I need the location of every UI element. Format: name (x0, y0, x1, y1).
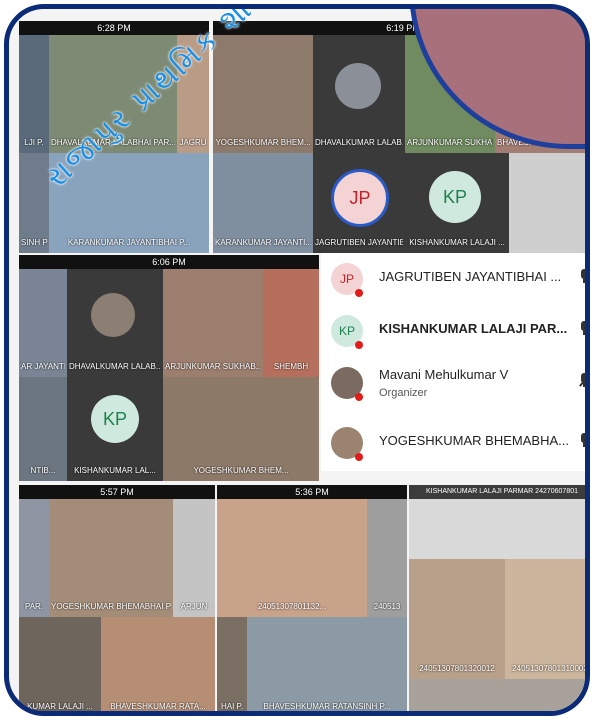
video-tile[interactable]: SHEMBH (263, 269, 319, 377)
microphone-muted-icon[interactable] (579, 373, 585, 387)
status-dot (355, 453, 363, 461)
participant-name: Mavani Mehulkumar V (379, 367, 509, 382)
self-view-tile[interactable] (509, 153, 585, 253)
video-tile[interactable]: DHAVALKUMAR LALAB... (67, 269, 163, 377)
video-tile[interactable]: BHAVESHKUMAR RATA... (101, 617, 215, 711)
avatar-jp: JP (331, 169, 389, 227)
video-tile[interactable] (409, 679, 585, 711)
video-tile[interactable]: BHAVESHKUMAR RATANSINH P... (247, 617, 407, 711)
collage-frame: 6:28 PM LJI P. DHAVALKUMAR LALABHAI PAR.… (4, 4, 590, 716)
video-tile[interactable]: LJI P. (19, 35, 49, 153)
participant-photo-avatar (91, 293, 135, 337)
participant-role: Organizer (379, 387, 428, 399)
status-dot (355, 341, 363, 349)
microphone-icon[interactable] (579, 269, 585, 283)
video-tile[interactable]: HAI P. (217, 617, 247, 711)
meeting-screenshot-5: 5:36 PM 24051307801132... 240513 HAI P. … (217, 485, 407, 711)
video-tile[interactable]: AR JAYANTI... (19, 269, 67, 377)
video-tile[interactable] (409, 499, 585, 559)
video-tile[interactable]: NTIB... (19, 377, 67, 481)
participant-name: KISHANKUMAR LALAJI PAR... (379, 321, 568, 336)
video-tile[interactable]: 240513 (367, 499, 407, 617)
video-tile[interactable]: 24051307801310002 (505, 559, 585, 679)
video-tile[interactable]: KUMAR LALAJI ... (19, 617, 101, 711)
avatar-kp: KP (429, 171, 481, 223)
video-tile[interactable]: ARJUN (173, 499, 215, 617)
status-bar-time: 6:28 PM (19, 21, 209, 35)
participant-row[interactable]: KP KISHANKUMAR LALAJI PAR... (321, 305, 585, 357)
meeting-screenshot-4: 5:57 PM PAR. YOGESHKUMAR BHEMABHAI P... … (19, 485, 215, 711)
status-bar-time: 6:06 PM (19, 255, 319, 269)
call-header: KISHANKUMAR LALAJI PARMAR 24270607801 (409, 485, 585, 499)
video-tile[interactable]: 24051307801132... (217, 499, 367, 617)
video-tile[interactable]: KP KISHANKUMAR LALAJI ... (405, 153, 509, 253)
status-dot (355, 289, 363, 297)
microphone-icon[interactable] (579, 433, 585, 447)
video-tile[interactable]: YOGESHKUMAR BHEMABHAI P... (49, 499, 173, 617)
status-bar-time: 5:36 PM (217, 485, 407, 499)
video-tile[interactable]: YOGESHKUMAR BHEM... (163, 377, 319, 481)
video-tile[interactable]: JP JAGRUTIBEN JAYANTIB... (313, 153, 405, 253)
avatar-kp: KP (91, 395, 139, 443)
participant-row[interactable]: Mavani Mehulkumar V Organizer (321, 357, 585, 417)
status-dot (355, 393, 363, 401)
participant-name: JAGRUTIBEN JAYANTIBHAI ... (379, 269, 562, 284)
video-tile[interactable]: 24051307801320012 (409, 559, 505, 679)
video-tile[interactable]: DHAVALKUMAR LALAB... (313, 35, 405, 153)
participant-row[interactable]: YOGESHKUMAR BHEMABHA... (321, 417, 585, 469)
video-tile[interactable]: YOGESHKUMAR BHEM... (213, 35, 313, 153)
participant-photo-avatar (335, 63, 381, 109)
status-bar-time: 5:57 PM (19, 485, 215, 499)
participant-row[interactable]: JP JAGRUTIBEN JAYANTIBHAI ... (321, 253, 585, 305)
meeting-screenshot-3: 6:06 PM AR JAYANTI... DHAVALKUMAR LALAB.… (19, 255, 319, 481)
meeting-screenshot-6: KISHANKUMAR LALAJI PARMAR 24270607801 24… (409, 485, 585, 711)
participant-list: JP JAGRUTIBEN JAYANTIBHAI ... KP KISHANK… (321, 253, 585, 471)
microphone-icon[interactable] (579, 321, 585, 335)
video-tile[interactable]: ARJUNKUMAR SUKHAB... (163, 269, 263, 377)
video-tile[interactable]: KP KISHANKUMAR LAL... (67, 377, 163, 481)
video-tile[interactable]: KARANKUMAR JAYANTI... (213, 153, 313, 253)
participant-name: YOGESHKUMAR BHEMABHA... (379, 433, 569, 448)
video-tile[interactable]: PAR. (19, 499, 49, 617)
